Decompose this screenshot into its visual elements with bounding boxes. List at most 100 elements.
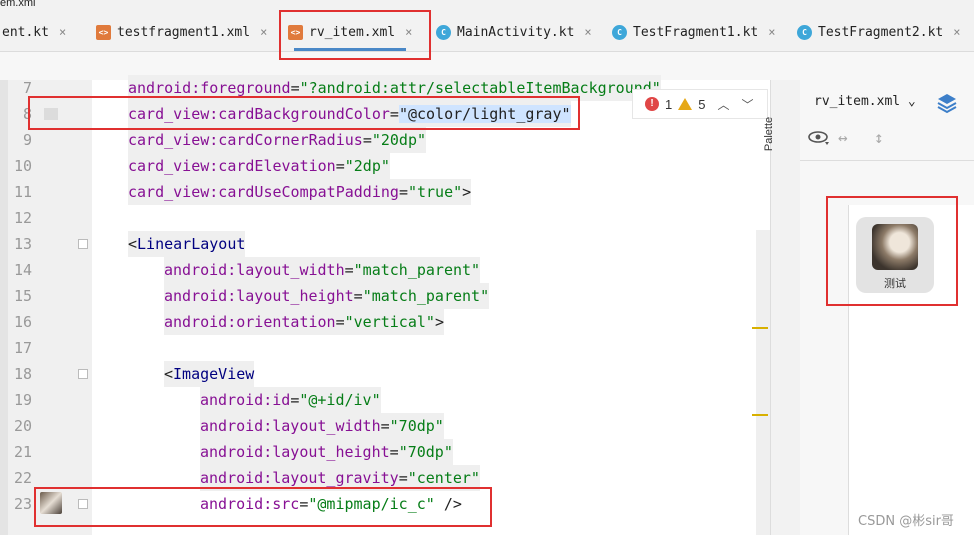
palette-label: Palette bbox=[763, 116, 776, 152]
chevron-down-icon[interactable]: ﹀ bbox=[741, 96, 753, 113]
line-number: 18 bbox=[13, 365, 32, 383]
close-icon[interactable]: × bbox=[260, 25, 267, 39]
palette-tab[interactable]: Palette bbox=[763, 100, 800, 170]
code-token: = bbox=[290, 79, 300, 97]
code-line[interactable]: android:layout_width="match_parent" bbox=[164, 257, 481, 283]
layers-icon[interactable] bbox=[936, 92, 958, 114]
code-token: android:id bbox=[200, 391, 291, 409]
code-token: "?android:attr/selectableItemBackground" bbox=[299, 79, 661, 97]
code-token: android:layout_width bbox=[200, 417, 381, 435]
eye-icon[interactable] bbox=[808, 130, 830, 146]
tab-testfragment2-kt[interactable]: C TestFragment2.kt × bbox=[797, 12, 960, 52]
code-line[interactable]: android:layout_width="70dp" bbox=[200, 413, 444, 439]
close-icon[interactable]: × bbox=[584, 25, 591, 39]
line-number: 15 bbox=[13, 287, 32, 305]
code-token: "2dp" bbox=[344, 157, 390, 175]
code-token: android:foreground bbox=[128, 79, 291, 97]
code-token: "@+id/iv" bbox=[299, 391, 381, 409]
code-token: = bbox=[389, 443, 399, 461]
code-token: card_view:cardUseCompatPadding bbox=[128, 183, 399, 201]
tab-testfragment1-xml[interactable]: <> testfragment1.xml × bbox=[96, 12, 267, 52]
watermark: CSDN @彬sir哥 bbox=[858, 514, 954, 529]
code-line[interactable]: android:id="@+id/iv" bbox=[200, 387, 381, 413]
xml-file-icon: <> bbox=[96, 24, 111, 40]
code-token: "match_parent" bbox=[362, 287, 490, 305]
code-line[interactable]: <ImageView bbox=[164, 361, 255, 387]
line-number: 23 bbox=[13, 495, 32, 513]
code-token: android:layout_height bbox=[164, 287, 354, 305]
code-line[interactable]: android:orientation="vertical"> bbox=[164, 309, 444, 335]
fold-marker-icon[interactable] bbox=[78, 239, 88, 249]
code-token: ImageView bbox=[173, 365, 255, 383]
code-token: "center" bbox=[407, 469, 480, 487]
highlight-box-preview bbox=[826, 196, 958, 306]
code-token: LinearLayout bbox=[137, 235, 246, 253]
line-number: 11 bbox=[13, 183, 32, 201]
window-titlebar: em.xml bbox=[0, 0, 974, 12]
code-line[interactable]: card_view:cardCornerRadius="20dp" bbox=[128, 127, 427, 153]
warning-icon bbox=[678, 98, 693, 110]
code-line[interactable]: card_view:cardUseCompatPadding="true"> bbox=[128, 179, 472, 205]
code-token: android:layout_gravity bbox=[200, 469, 399, 487]
code-token: = bbox=[335, 313, 345, 331]
code-token: android:layout_width bbox=[164, 261, 345, 279]
code-token: = bbox=[398, 469, 408, 487]
tab-mainactivity-kt[interactable]: C MainActivity.kt × bbox=[436, 12, 592, 52]
error-icon: ! bbox=[645, 97, 659, 111]
line-number: 19 bbox=[13, 391, 32, 409]
line-number: 13 bbox=[13, 235, 32, 253]
chevron-down-icon: ⌄ bbox=[907, 94, 916, 109]
fold-marker-icon[interactable] bbox=[78, 369, 88, 379]
line-number: 9 bbox=[22, 131, 32, 149]
code-token: > bbox=[462, 183, 472, 201]
close-icon[interactable]: × bbox=[953, 25, 960, 39]
line-number: 22 bbox=[13, 469, 32, 487]
tab-label: ent.kt bbox=[2, 24, 49, 40]
editor-scrollbar[interactable] bbox=[756, 230, 770, 535]
tab-label: TestFragment1.kt bbox=[633, 24, 759, 40]
warning-marker[interactable] bbox=[752, 327, 768, 329]
code-token: android:orientation bbox=[164, 313, 336, 331]
code-token: < bbox=[128, 235, 138, 253]
inspection-widget[interactable]: ! 1 5 ︿ ﹀ bbox=[632, 89, 768, 119]
design-file-label: rv_item.xml bbox=[814, 94, 901, 109]
code-token: card_view:cardElevation bbox=[128, 157, 336, 175]
code-token: "vertical" bbox=[344, 313, 435, 331]
chevron-up-icon[interactable]: ︿ bbox=[717, 96, 729, 113]
horizontal-resize-icon[interactable]: ↔ bbox=[838, 128, 848, 147]
design-file-selector[interactable]: rv_item.xml ⌄ bbox=[814, 94, 916, 109]
tab-label: TestFragment2.kt bbox=[818, 24, 944, 40]
code-token: android:layout_height bbox=[200, 443, 390, 461]
code-line[interactable]: android:layout_height="match_parent" bbox=[164, 283, 490, 309]
warning-count: 5 bbox=[698, 96, 706, 112]
code-token: = bbox=[362, 131, 372, 149]
code-token: "match_parent" bbox=[353, 261, 481, 279]
close-icon[interactable]: × bbox=[59, 25, 66, 39]
warning-marker[interactable] bbox=[752, 414, 768, 416]
window-title: em.xml bbox=[0, 0, 36, 9]
highlight-box-tab bbox=[279, 10, 431, 60]
code-token: card_view:cardCornerRadius bbox=[128, 131, 363, 149]
code-line[interactable]: android:layout_height="70dp" bbox=[200, 439, 453, 465]
kotlin-file-icon: C bbox=[436, 24, 451, 40]
line-number: 14 bbox=[13, 261, 32, 279]
vertical-resize-icon[interactable]: ↕ bbox=[874, 128, 884, 147]
line-number: 20 bbox=[13, 417, 32, 435]
code-line[interactable]: card_view:cardElevation="2dp" bbox=[128, 153, 390, 179]
code-token: = bbox=[335, 157, 345, 175]
error-count: 1 bbox=[665, 96, 673, 112]
line-number: 10 bbox=[13, 157, 32, 175]
code-token: "70dp" bbox=[389, 417, 444, 435]
code-token: < bbox=[164, 365, 174, 383]
panel-divider bbox=[800, 160, 974, 161]
close-icon[interactable]: × bbox=[768, 25, 775, 39]
tab-testfragment1-kt[interactable]: C TestFragment1.kt × bbox=[612, 12, 775, 52]
kotlin-file-icon: C bbox=[797, 24, 812, 40]
highlight-box-line-23 bbox=[34, 487, 492, 527]
line-number: 16 bbox=[13, 313, 32, 331]
code-token: "true" bbox=[407, 183, 463, 201]
code-token: = bbox=[398, 183, 408, 201]
tab-ent-kt[interactable]: ent.kt × bbox=[2, 12, 66, 52]
code-line[interactable]: <LinearLayout bbox=[128, 231, 246, 257]
code-token: "20dp" bbox=[371, 131, 427, 149]
